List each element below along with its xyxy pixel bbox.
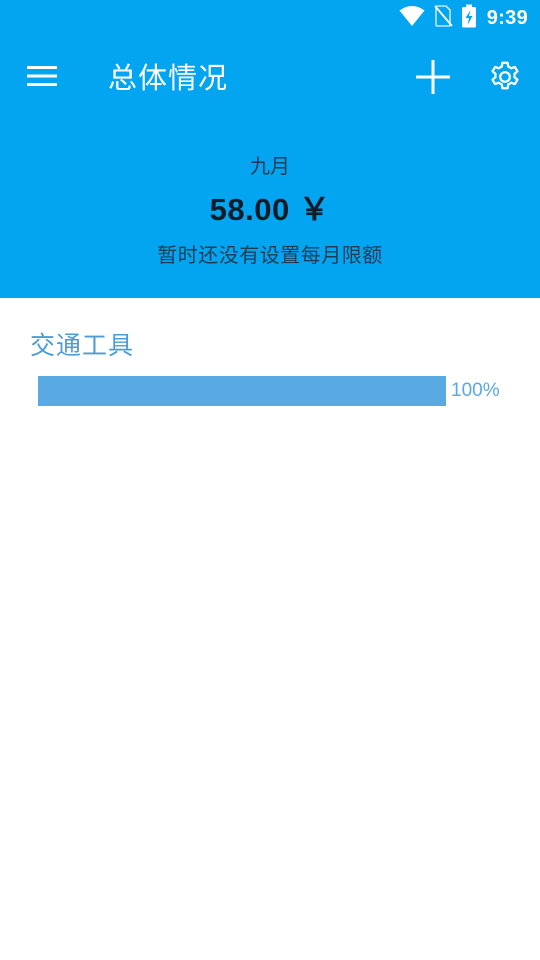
summary-amount: 58.00 ￥ [209, 192, 331, 227]
no-sim-icon [433, 4, 453, 32]
header: 9:39 总体情况 九月 58.00 ￥ 暂时还没有设置每月限额 [0, 0, 540, 298]
category-percent-label: 100% [451, 380, 500, 401]
status-icons: 9:39 [399, 4, 528, 32]
app-screen: 9:39 总体情况 九月 58.00 ￥ 暂时还没有设置每月限额 交通工具 10… [0, 0, 540, 960]
battery-charging-icon [461, 4, 477, 32]
page-title: 总体情况 [108, 61, 229, 95]
wifi-icon [399, 5, 425, 31]
toolbar: 总体情况 [0, 42, 540, 114]
category-progress-bar [38, 376, 446, 406]
monthly-limit-message: 暂时还没有设置每月限额 [157, 243, 383, 267]
summary-month: 九月 [250, 154, 290, 178]
menu-button[interactable] [20, 58, 64, 98]
add-icon [416, 60, 450, 98]
settings-button[interactable] [482, 56, 528, 102]
add-button[interactable] [410, 56, 456, 102]
status-bar: 9:39 [0, 0, 540, 36]
menu-icon [27, 65, 57, 91]
status-time: 9:39 [486, 6, 528, 29]
category-progress-fill [38, 376, 446, 406]
category-name: 交通工具 [30, 331, 135, 360]
gear-icon [487, 59, 523, 99]
